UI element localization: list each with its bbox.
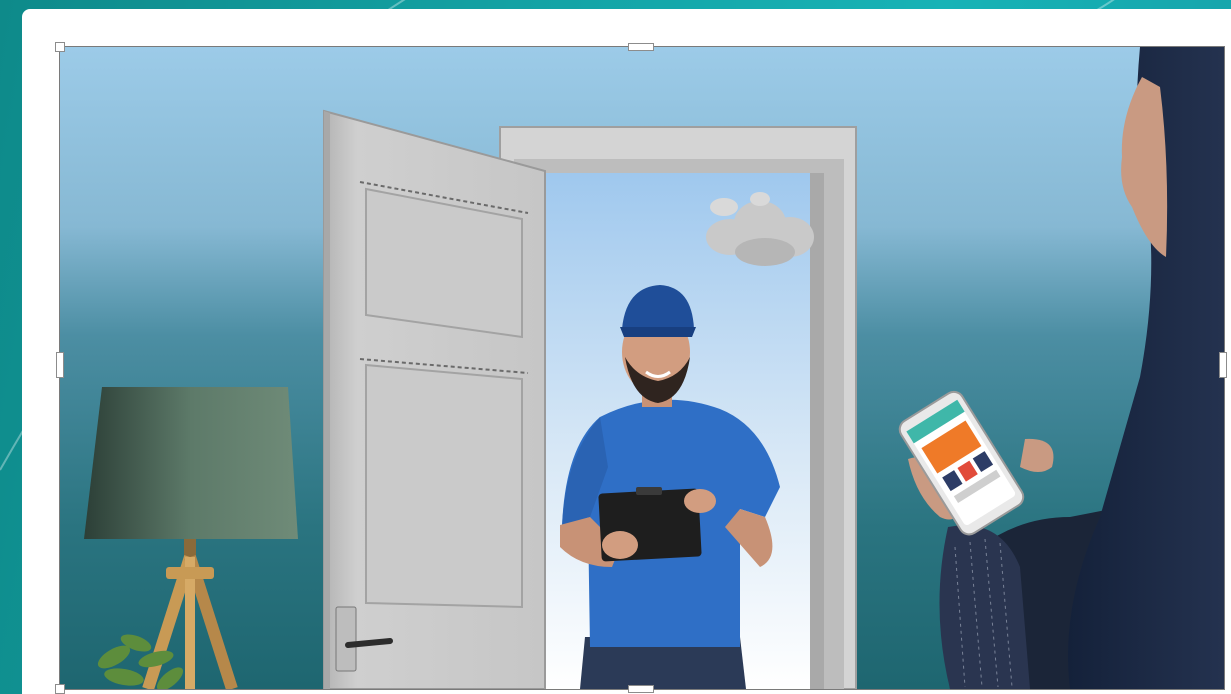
door-handle-icon [345,638,393,648]
resize-handle-top-left[interactable] [55,42,65,52]
resize-handle-middle-right[interactable] [1219,352,1227,378]
selected-image[interactable] [59,46,1225,690]
resize-handle-bottom-center[interactable] [628,685,654,693]
resize-handle-bottom-left[interactable] [55,684,65,694]
resize-handle-top-center[interactable] [628,43,654,51]
resize-handle-middle-left[interactable] [56,352,64,378]
scene-illustration [60,47,1224,689]
door-icon[interactable] [323,109,546,689]
